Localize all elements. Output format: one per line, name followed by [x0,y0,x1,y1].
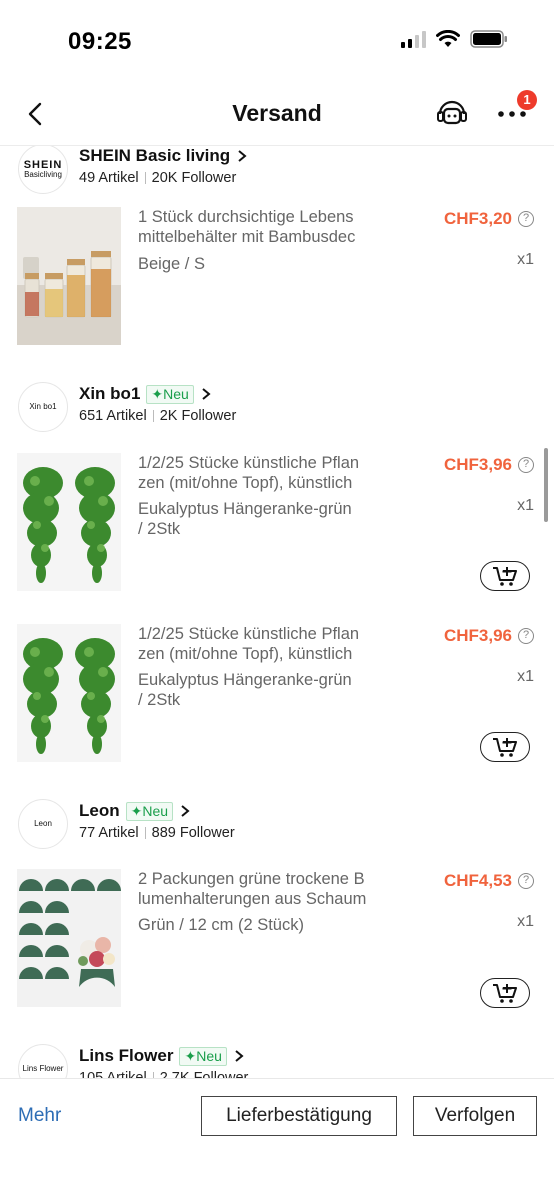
product-image[interactable] [17,453,121,591]
product-item[interactable]: 2 Packungen grüne trockene B lumenhalter… [0,869,554,1009]
store-header[interactable]: SHEIN Basicliving SHEIN Basic living 49 … [0,146,554,196]
store-name: Leon [79,801,120,820]
product-quantity: x1 [517,913,534,930]
notification-badge: 1 [517,90,537,110]
follower-count: 2K Follower [159,408,237,424]
store-stats: 49 Artikel 20K Follower [79,170,236,186]
divider [144,827,146,839]
scrollbar[interactable] [544,448,548,522]
store-logo: SHEIN Basicliving [18,146,68,194]
divider [144,172,146,184]
product-variant: Eukalyptus Hängeranke-grün / 2Stk [138,671,352,709]
divider [152,410,154,422]
product-price: CHF3,96 [443,626,512,645]
status-time: 09:25 [68,28,132,55]
product-title[interactable]: 1/2/25 Stücke künstliche Pflan zen (mit/… [138,624,388,664]
add-to-cart-icon [493,567,517,586]
cellular-signal-icon [401,30,426,48]
add-to-cart-icon [493,738,517,757]
customer-service-icon[interactable] [435,99,469,129]
product-price: CHF3,96 [443,455,512,474]
product-variant: Grün / 12 cm (2 Stück) [138,916,304,934]
store-name-row[interactable]: SHEIN Basic living [79,146,248,166]
page-title: Versand [232,100,322,126]
store-name: Lins Flower [79,1046,174,1065]
store-logo: Lins Flower [18,1044,68,1078]
add-to-cart-button[interactable] [480,561,530,591]
bottom-action-bar: Mehr Lieferbestätigung Verfolgen [0,1078,554,1200]
new-badge-label: Neu [196,1047,222,1064]
product-quantity: x1 [517,251,534,268]
new-badge: ✦Neu [125,801,174,821]
new-badge-label: Neu [163,385,189,402]
article-count: 105 Artikel [79,1070,147,1078]
new-badge-label: Neu [142,802,169,819]
store-header[interactable]: Xin bo1 Xin bo1 ✦Neu 651 Artikel 2K Foll… [0,378,554,434]
battery-icon [470,30,507,48]
logo-line1: SHEIN [23,158,63,171]
follower-count: 889 Follower [151,825,235,841]
product-variant: Beige / S [138,255,205,273]
store-stats: 105 Artikel 2.7K Follower [79,1070,248,1078]
follower-count: 20K Follower [151,170,237,186]
store-header[interactable]: Lins Flower Lins Flower ✦Neu 105 Artikel… [0,1040,554,1078]
product-price-row: CHF3,96 ? [444,626,534,646]
follower-count: 2.7K Follower [159,1070,249,1078]
product-price-row: CHF4,53 ? [444,871,534,891]
product-price: CHF3,20 [443,209,512,228]
article-count: 49 Artikel [79,170,139,186]
product-quantity: x1 [517,668,534,685]
product-price-row: CHF3,96 ? [444,455,534,475]
wifi-icon [436,30,460,47]
new-badge: ✦Neu [179,1046,227,1066]
product-title[interactable]: 1 Stück durchsichtige Lebens mittelbehäl… [138,207,388,247]
info-icon[interactable]: ? [518,211,534,227]
store-name: Xin bo1 [79,384,141,403]
store-stats: 651 Artikel 2K Follower [79,408,236,424]
store-name: SHEIN Basic living [79,146,231,165]
product-image[interactable] [17,869,121,1007]
chevron-right-icon [235,1050,244,1062]
product-price-row: CHF3,20 ? [444,209,534,229]
chevron-right-icon [238,150,247,162]
info-icon[interactable]: ? [518,628,534,644]
product-image[interactable] [17,207,121,345]
info-icon[interactable]: ? [518,873,534,889]
product-variant: Eukalyptus Hängeranke-grün / 2Stk [138,500,352,538]
shipment-list[interactable]: SHEIN Basicliving SHEIN Basic living 49 … [0,146,554,1078]
store-header[interactable]: Leon Leon ✦Neu 77 Artikel 889 Follower [0,795,554,851]
add-to-cart-button[interactable] [480,732,530,762]
product-item[interactable]: 1/2/25 Stücke künstliche Pflan zen (mit/… [0,453,554,593]
store-logo: Leon [18,799,68,849]
more-link[interactable]: Mehr [18,1105,61,1127]
add-to-cart-icon [493,984,517,1003]
product-quantity: x1 [517,497,534,514]
product-item[interactable]: 1 Stück durchsichtige Lebens mittelbehäl… [0,207,554,347]
product-price: CHF4,53 [443,871,512,890]
add-to-cart-button[interactable] [480,978,530,1008]
article-count: 651 Artikel [79,408,147,424]
store-stats: 77 Artikel 889 Follower [79,825,235,841]
product-image[interactable] [17,624,121,762]
navigation-bar: Versand [0,80,554,146]
status-bar: 09:25 [0,0,554,80]
store-name-row[interactable]: Xin bo1 ✦Neu [79,384,212,404]
product-item[interactable]: 1/2/25 Stücke künstliche Pflan zen (mit/… [0,624,554,764]
track-button[interactable]: Verfolgen [413,1096,537,1136]
product-title[interactable]: 2 Packungen grüne trockene B lumenhalter… [138,869,388,909]
logo-line2: Basicliving [24,169,62,179]
delivery-confirmation-button[interactable]: Lieferbestätigung [201,1096,397,1136]
chevron-right-icon [181,805,190,817]
chevron-right-icon [202,388,211,400]
store-logo: Xin bo1 [18,382,68,432]
info-icon[interactable]: ? [518,457,534,473]
new-badge: ✦Neu [146,384,194,404]
status-icons [401,30,508,48]
product-title[interactable]: 1/2/25 Stücke künstliche Pflan zen (mit/… [138,453,388,493]
store-name-row[interactable]: Leon ✦Neu [79,801,191,821]
article-count: 77 Artikel [79,825,139,841]
store-name-row[interactable]: Lins Flower ✦Neu [79,1046,245,1066]
